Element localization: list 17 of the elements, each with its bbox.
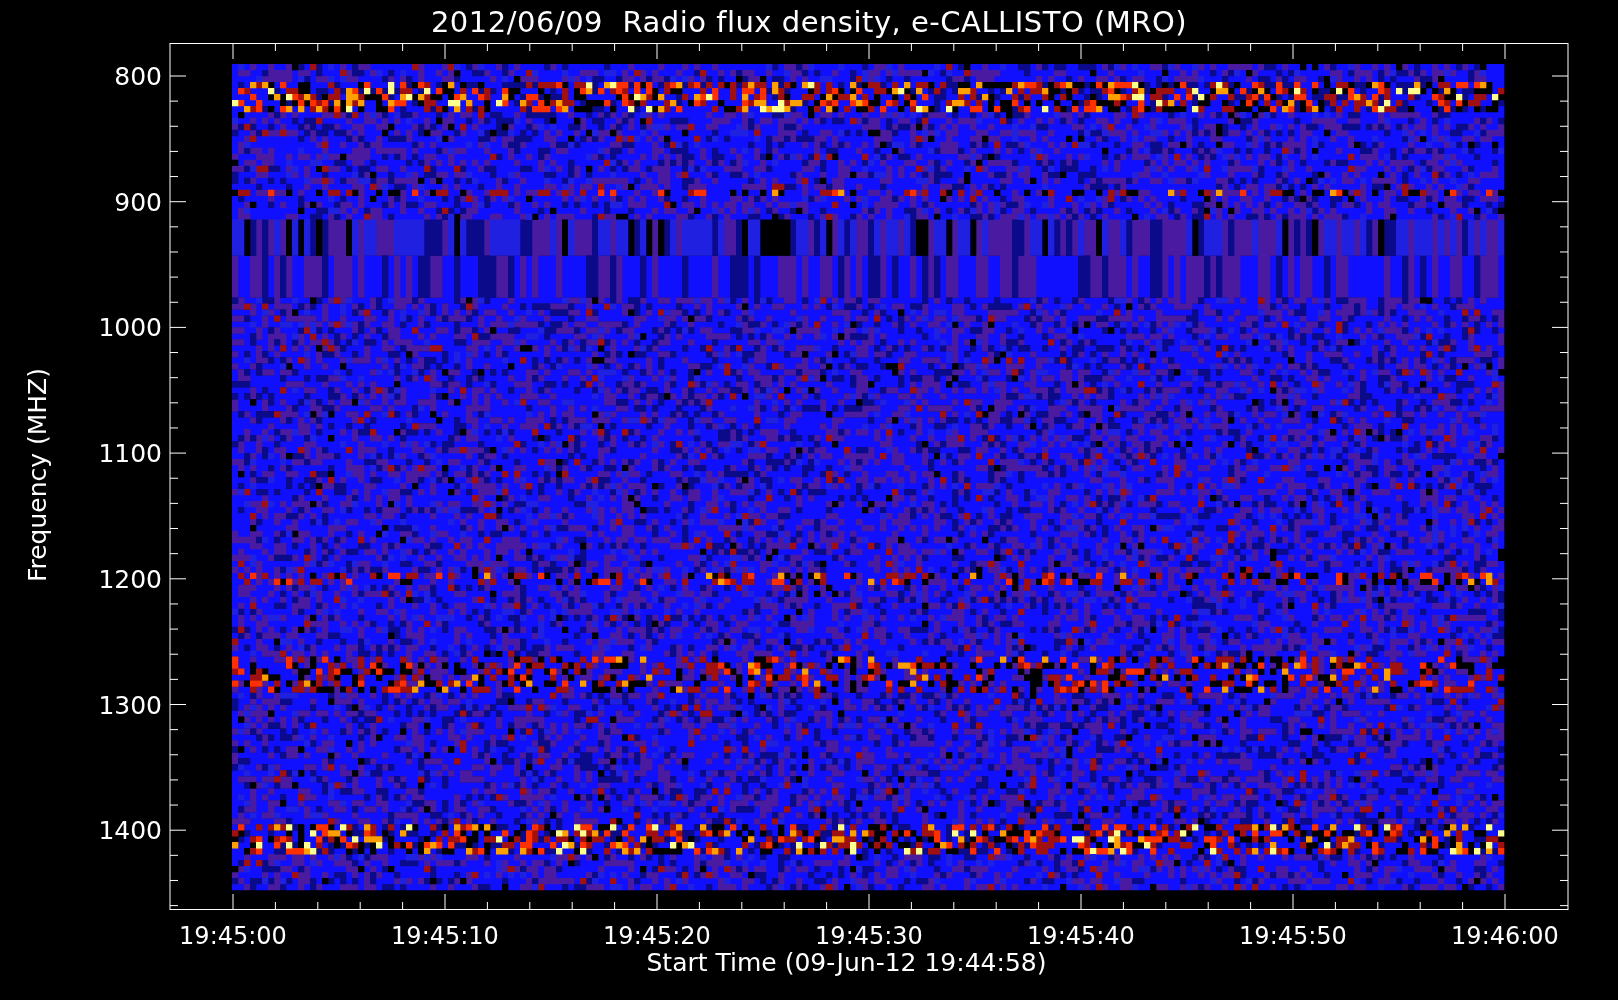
y-tick-label: 1200 — [98, 564, 162, 594]
plot-title: 2012/06/09 Radio flux density, e-CALLISTO (MRO) — [429, 3, 1189, 41]
y-tick-label: 1400 — [98, 816, 162, 846]
x-tick-label: 19:46:00 — [1451, 922, 1559, 948]
x-tick-label: 19:45:50 — [1239, 922, 1347, 948]
y-axis-label: Frequency (MHZ) — [23, 368, 52, 583]
x-axis-label: Start Time (09-Jun-12 19:44:58) — [646, 948, 1047, 978]
x-tick-label: 19:45:20 — [603, 922, 711, 948]
y-tick-label: 1000 — [98, 313, 162, 343]
y-tick-label: 1100 — [98, 439, 162, 469]
y-tick-label: 1300 — [98, 690, 162, 720]
y-tick-label: 800 — [114, 62, 162, 91]
x-tick-label: 19:45:00 — [179, 922, 287, 948]
x-tick-label: 19:45:40 — [1027, 922, 1135, 948]
x-tick-label: 19:45:10 — [391, 922, 499, 948]
x-tick-label: 19:45:30 — [815, 922, 923, 948]
y-tick-label: 900 — [114, 187, 162, 217]
